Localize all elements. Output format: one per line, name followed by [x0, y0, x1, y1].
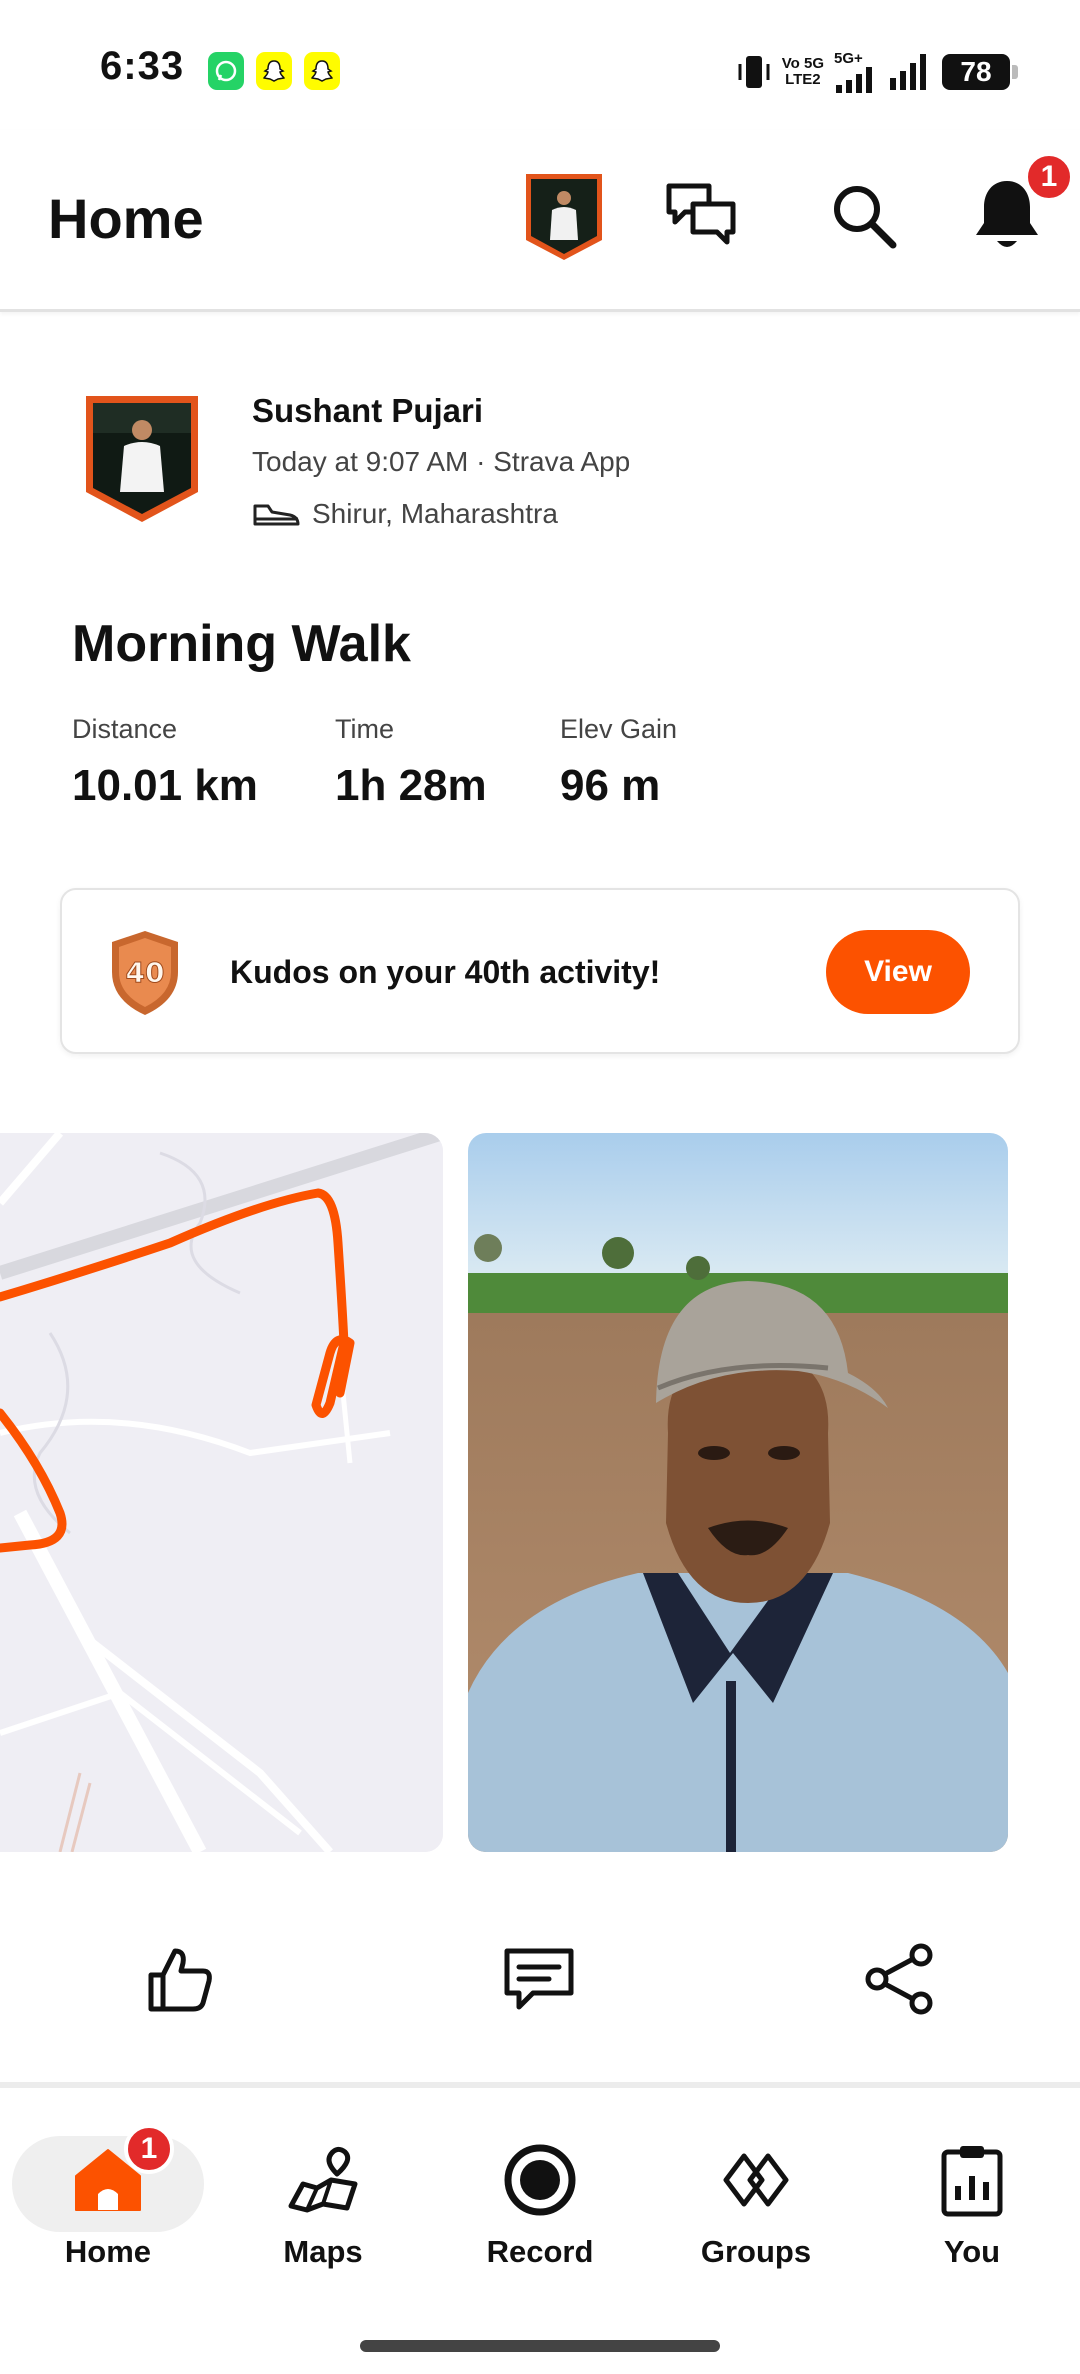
vibrate-icon — [738, 55, 770, 88]
selfie-photo — [468, 1133, 1008, 1852]
record-icon — [502, 2142, 578, 2218]
activity-title[interactable]: Morning Walk — [72, 614, 411, 674]
like-button[interactable] — [134, 1934, 224, 2024]
stat-value: 10.01 km — [72, 761, 258, 810]
home-indicator[interactable] — [360, 2340, 720, 2352]
messages-button[interactable] — [656, 170, 746, 260]
stat-time: Time 1h 28m — [335, 714, 487, 811]
bottom-navigation: Home 1 Maps Record Groups You — [0, 2088, 1080, 2374]
snapchat-icon — [256, 52, 292, 90]
snapchat-icon — [304, 52, 340, 90]
share-button[interactable] — [854, 1934, 944, 2024]
share-icon — [865, 1943, 933, 2015]
status-time: 6:33 — [100, 44, 185, 88]
kudos-milestone-card: 40 Kudos on your 40th activity! View — [60, 888, 1020, 1054]
activity-meta: Today at 9:07 AM · Strava App — [252, 446, 631, 477]
athlete-name[interactable]: Sushant Pujari — [252, 392, 483, 430]
maps-icon — [285, 2142, 361, 2218]
nav-item-maps[interactable]: Maps — [223, 2136, 423, 2286]
whatsapp-icon — [208, 52, 244, 90]
strava-home-screen: 6:33 Vo 5G LTE2 5G+ 78 Home 1 Sushant Pu… — [0, 0, 1080, 2374]
milestone-badge-icon: 40 — [112, 931, 178, 1015]
comment-button[interactable] — [494, 1934, 584, 2024]
location-text: Shirur, Maharashtra — [312, 498, 558, 529]
stat-label: Time — [335, 714, 394, 744]
signal-icon — [890, 53, 926, 90]
search-button[interactable] — [818, 170, 908, 260]
nav-item-record[interactable]: Record — [440, 2136, 640, 2286]
nav-item-you[interactable]: You — [872, 2136, 1072, 2286]
stat-label: Distance — [72, 714, 178, 744]
groups-icon — [718, 2142, 794, 2218]
chat-bubbles-icon — [666, 183, 736, 245]
stat-distance: Distance 10.01 km — [72, 714, 258, 811]
nav-item-groups[interactable]: Groups — [656, 2136, 856, 2286]
nav-item-home[interactable]: Home — [8, 2136, 208, 2286]
notification-icons — [208, 52, 340, 90]
stat-elevation: Elev Gain 96 m — [560, 714, 677, 811]
athlete-avatar[interactable] — [82, 392, 202, 526]
activity-location: Shirur, Maharashtra — [252, 498, 558, 530]
comment-icon — [504, 1948, 574, 2010]
stat-label: Elev Gain — [560, 714, 678, 744]
view-button[interactable]: View — [826, 930, 970, 1014]
activity-photo[interactable] — [468, 1133, 1008, 1852]
status-bar: 6:33 Vo 5G LTE2 5G+ 78 — [0, 0, 1080, 130]
nav-label: Home — [64, 2234, 152, 2269]
stat-value: 96 m — [560, 761, 661, 810]
route-map-image — [0, 1133, 443, 1852]
signal-5g-icon: 5G+ — [834, 50, 878, 93]
notification-badge: 1 — [1024, 152, 1074, 202]
nav-label: Maps — [283, 2234, 363, 2269]
page-title: Home — [48, 187, 204, 250]
svg-text:40: 40 — [126, 956, 165, 989]
stat-value: 1h 28m — [335, 761, 487, 810]
profile-avatar[interactable] — [522, 170, 606, 262]
app-header: Home 1 — [0, 130, 1080, 312]
route-map[interactable] — [0, 1133, 443, 1852]
nav-label: Groups — [700, 2234, 812, 2269]
search-icon — [834, 186, 897, 249]
battery-icon: 78 — [942, 53, 1018, 90]
system-icons: Vo 5G LTE2 5G+ 78 — [736, 50, 1018, 93]
home-badge: 1 — [124, 2124, 174, 2174]
clipboard-chart-icon — [934, 2142, 1010, 2218]
shoe-icon — [253, 504, 300, 526]
nav-label: Record — [486, 2234, 594, 2269]
thumbs-up-icon — [148, 1948, 212, 2012]
network-label: Vo 5G LTE2 — [781, 54, 824, 88]
kudos-message: Kudos on your 40th activity! — [230, 954, 661, 990]
nav-label: You — [943, 2234, 1001, 2269]
